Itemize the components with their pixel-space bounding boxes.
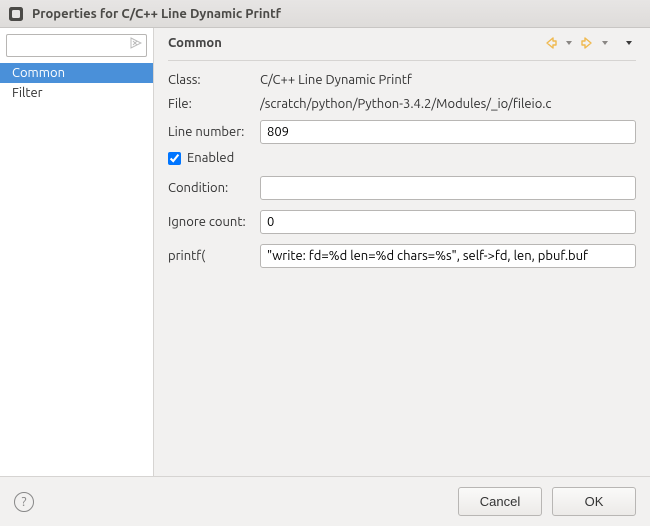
view-menu-icon[interactable] [622, 36, 636, 50]
row-class: Class: C/C++ Line Dynamic Printf [168, 69, 636, 91]
dialog-window: Properties for C/C++ Line Dynamic Printf… [0, 0, 650, 526]
ignore-count-label: Ignore count: [168, 215, 260, 229]
clear-filter-icon[interactable] [129, 37, 143, 51]
footer: ? Cancel OK [0, 476, 650, 526]
nav-forward-icon[interactable] [580, 36, 594, 50]
enabled-checkbox[interactable] [168, 152, 181, 165]
row-printf: printf( [168, 241, 636, 271]
main-panel: Common [154, 28, 650, 476]
ignore-count-input[interactable] [260, 210, 636, 234]
dialog-body: Common Filter Common [0, 28, 650, 476]
sidebar-list: Common Filter [0, 63, 153, 476]
form: Class: C/C++ Line Dynamic Printf File: /… [154, 69, 650, 275]
class-label: Class: [168, 73, 260, 87]
sidebar-filter-wrap [0, 34, 153, 63]
row-enabled: Enabled [168, 151, 636, 165]
window-app-icon [8, 6, 24, 22]
line-number-label: Line number: [168, 125, 260, 139]
sidebar-item-label: Filter [12, 86, 43, 100]
row-ignore-count: Ignore count: [168, 207, 636, 237]
condition-label: Condition: [168, 181, 260, 195]
nav-back-icon[interactable] [544, 36, 558, 50]
dropdown-forward-icon[interactable] [598, 36, 612, 50]
nav-icons [544, 36, 636, 50]
ok-button[interactable]: OK [552, 487, 636, 516]
page-title: Common [168, 36, 544, 50]
sidebar: Common Filter [0, 28, 154, 476]
enabled-label: Enabled [187, 151, 234, 165]
printf-label: printf( [168, 249, 260, 263]
window-title: Properties for C/C++ Line Dynamic Printf [32, 7, 281, 21]
help-icon[interactable]: ? [14, 492, 34, 512]
dropdown-back-icon[interactable] [562, 36, 576, 50]
row-line-number: Line number: [168, 117, 636, 147]
header-separator [168, 60, 636, 61]
printf-input[interactable] [260, 244, 636, 268]
titlebar: Properties for C/C++ Line Dynamic Printf [0, 0, 650, 28]
sidebar-item-common[interactable]: Common [0, 63, 153, 83]
file-value: /scratch/python/Python-3.4.2/Modules/_io… [260, 97, 636, 111]
main-header: Common [154, 28, 650, 60]
line-number-input[interactable] [260, 120, 636, 144]
sidebar-item-label: Common [12, 66, 65, 80]
class-value: C/C++ Line Dynamic Printf [260, 73, 636, 87]
sidebar-item-filter[interactable]: Filter [0, 83, 153, 103]
cancel-button[interactable]: Cancel [458, 487, 542, 516]
row-condition: Condition: [168, 173, 636, 203]
file-label: File: [168, 97, 260, 111]
row-file: File: /scratch/python/Python-3.4.2/Modul… [168, 93, 636, 115]
sidebar-filter-input[interactable] [6, 34, 147, 57]
condition-input[interactable] [260, 176, 636, 200]
